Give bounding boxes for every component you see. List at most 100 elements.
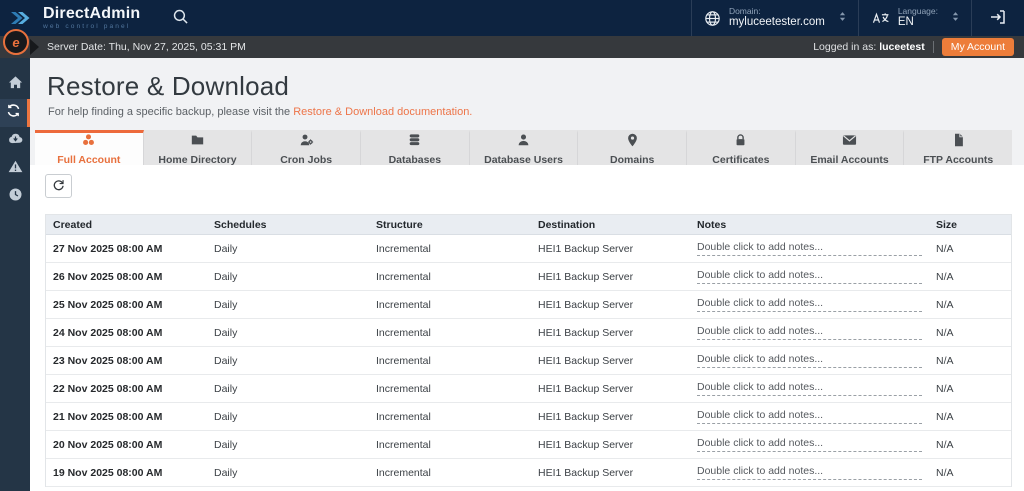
notes-editable-field[interactable]: Double click to add notes... [697, 241, 922, 256]
main-content: Restore & Download For help finding a sp… [30, 58, 1024, 491]
user-icon [516, 133, 531, 152]
table-row[interactable]: 19 Nov 2025 08:00 AM Daily Incremental HEI1… [46, 459, 1011, 487]
cell-structure: Incremental [376, 382, 431, 395]
envelope-icon [842, 133, 857, 152]
tab-domains[interactable]: Domains [578, 130, 688, 166]
globe-icon [704, 10, 721, 27]
cell-schedules: Daily [214, 410, 238, 423]
cell-notes: Double click to add notes... [690, 437, 929, 452]
cell-destination: HEI1 Backup Server [538, 438, 634, 451]
tab-full-account[interactable]: Full Account [35, 130, 144, 166]
tab-label: FTP Accounts [923, 153, 994, 166]
user-gear-icon [299, 133, 314, 152]
notes-editable-field[interactable]: Double click to add notes... [697, 381, 922, 396]
logged-in-text: Logged in as: luceetest [813, 41, 925, 53]
table-row[interactable]: 20 Nov 2025 08:00 AM Daily Incremental HEI1… [46, 431, 1011, 459]
cell-notes: Double click to add notes... [690, 325, 929, 340]
tab-certificates[interactable]: Certificates [687, 130, 796, 166]
sidebar-item-restore[interactable] [0, 99, 30, 127]
notes-editable-field[interactable]: Double click to add notes... [697, 353, 922, 368]
language-selector[interactable]: Language: EN [857, 0, 971, 36]
brand-name: DirectAdmin [43, 4, 141, 22]
cell-size: N/A [936, 298, 954, 311]
refresh-icon [52, 178, 65, 194]
cell-destination: HEI1 Backup Server [538, 466, 634, 479]
sync-icon [6, 103, 21, 123]
cell-created: 27 Nov 2025 08:00 AM [53, 242, 163, 255]
tab-database-users[interactable]: Database Users [470, 130, 579, 166]
cell-created: 20 Nov 2025 08:00 AM [53, 438, 163, 451]
cell-created: 24 Nov 2025 08:00 AM [53, 326, 163, 339]
backup-type-tabs: Full Account Home Directory Cron Jobs Datab… [35, 130, 1012, 166]
cell-size: N/A [936, 354, 954, 367]
tab-label: Full Account [57, 153, 121, 166]
cell-size: N/A [936, 242, 954, 255]
notes-editable-field[interactable]: Double click to add notes... [697, 437, 922, 452]
tab-home-directory[interactable]: Home Directory [144, 130, 253, 166]
notes-editable-field[interactable]: Double click to add notes... [697, 465, 922, 480]
tab-ftp-accounts[interactable]: FTP Accounts [904, 130, 1012, 166]
logout-button[interactable] [971, 0, 1024, 36]
cell-notes: Double click to add notes... [690, 297, 929, 312]
cell-created: 22 Nov 2025 08:00 AM [53, 382, 163, 395]
column-header-notes: Notes [697, 218, 727, 231]
chevron-updown-icon [952, 9, 959, 27]
cell-notes: Double click to add notes... [690, 409, 929, 424]
table-row[interactable]: 21 Nov 2025 08:00 AM Daily Incremental HEI1… [46, 403, 1011, 431]
table-row[interactable]: 26 Nov 2025 08:00 AM Daily Incremental HEI1… [46, 263, 1011, 291]
cell-schedules: Daily [214, 298, 238, 311]
cell-destination: HEI1 Backup Server [538, 270, 634, 283]
cell-destination: HEI1 Backup Server [538, 326, 634, 339]
domain-selector[interactable]: Domain: myluceetester.com [690, 0, 858, 36]
tab-cron-jobs[interactable]: Cron Jobs [252, 130, 362, 166]
table-row[interactable]: 27 Nov 2025 08:00 AM Daily Incremental HEI1… [46, 235, 1011, 263]
cell-created: 21 Nov 2025 08:00 AM [53, 410, 163, 423]
cell-notes: Double click to add notes... [690, 381, 929, 396]
my-account-button[interactable]: My Account [941, 38, 1014, 56]
sidebar-item-history[interactable] [0, 183, 30, 211]
user-avatar[interactable]: e [3, 29, 29, 55]
notes-editable-field[interactable]: Double click to add notes... [697, 325, 922, 340]
avatar-arrow-icon [30, 39, 39, 55]
table-row[interactable]: 25 Nov 2025 08:00 AM Daily Incremental HEI1… [46, 291, 1011, 319]
directadmin-logo-icon [10, 8, 36, 28]
folder-icon [190, 133, 205, 152]
tab-label: Cron Jobs [280, 153, 333, 166]
cell-structure: Incremental [376, 242, 431, 255]
sidebar-item-alerts[interactable] [0, 155, 30, 183]
refresh-button[interactable] [45, 174, 72, 198]
sidebar-item-backups[interactable] [0, 127, 30, 155]
notes-editable-field[interactable]: Double click to add notes... [697, 269, 922, 284]
column-header-structure: Structure [376, 218, 423, 231]
search-button[interactable] [158, 0, 203, 36]
tab-email-accounts[interactable]: Email Accounts [796, 130, 905, 166]
lock-icon [733, 133, 748, 152]
table-body: 27 Nov 2025 08:00 AM Daily Incremental HEI1… [46, 235, 1011, 487]
cell-destination: HEI1 Backup Server [538, 298, 634, 311]
cell-schedules: Daily [214, 382, 238, 395]
table-row[interactable]: 24 Nov 2025 08:00 AM Daily Incremental HEI1… [46, 319, 1011, 347]
table-header-row: Created Schedules Structure Destination Note… [46, 215, 1011, 235]
cell-created: 23 Nov 2025 08:00 AM [53, 354, 163, 367]
page-help-text: For help finding a specific backup, plea… [48, 106, 473, 118]
table-row[interactable]: 22 Nov 2025 08:00 AM Daily Incremental HEI1… [46, 375, 1011, 403]
cell-structure: Incremental [376, 354, 431, 367]
map-pin-icon [625, 133, 640, 152]
cell-schedules: Daily [214, 270, 238, 283]
documentation-link[interactable]: Restore & Download documentation. [293, 106, 472, 118]
sidebar-item-home[interactable] [0, 71, 30, 99]
notes-editable-field[interactable]: Double click to add notes... [697, 409, 922, 424]
table-row[interactable]: 23 Nov 2025 08:00 AM Daily Incremental HEI1… [46, 347, 1011, 375]
cell-destination: HEI1 Backup Server [538, 410, 634, 423]
logged-in-username: luceetest [879, 41, 925, 53]
tab-label: Email Accounts [810, 153, 889, 166]
translate-icon [871, 11, 890, 26]
sidebar [0, 58, 30, 491]
tab-databases[interactable]: Databases [361, 130, 470, 166]
cell-structure: Incremental [376, 466, 431, 479]
content-panel: Created Schedules Structure Destination Note… [30, 165, 1024, 491]
database-icon [407, 133, 422, 152]
tab-label: Home Directory [158, 153, 237, 166]
notes-editable-field[interactable]: Double click to add notes... [697, 297, 922, 312]
cell-created: 25 Nov 2025 08:00 AM [53, 298, 163, 311]
